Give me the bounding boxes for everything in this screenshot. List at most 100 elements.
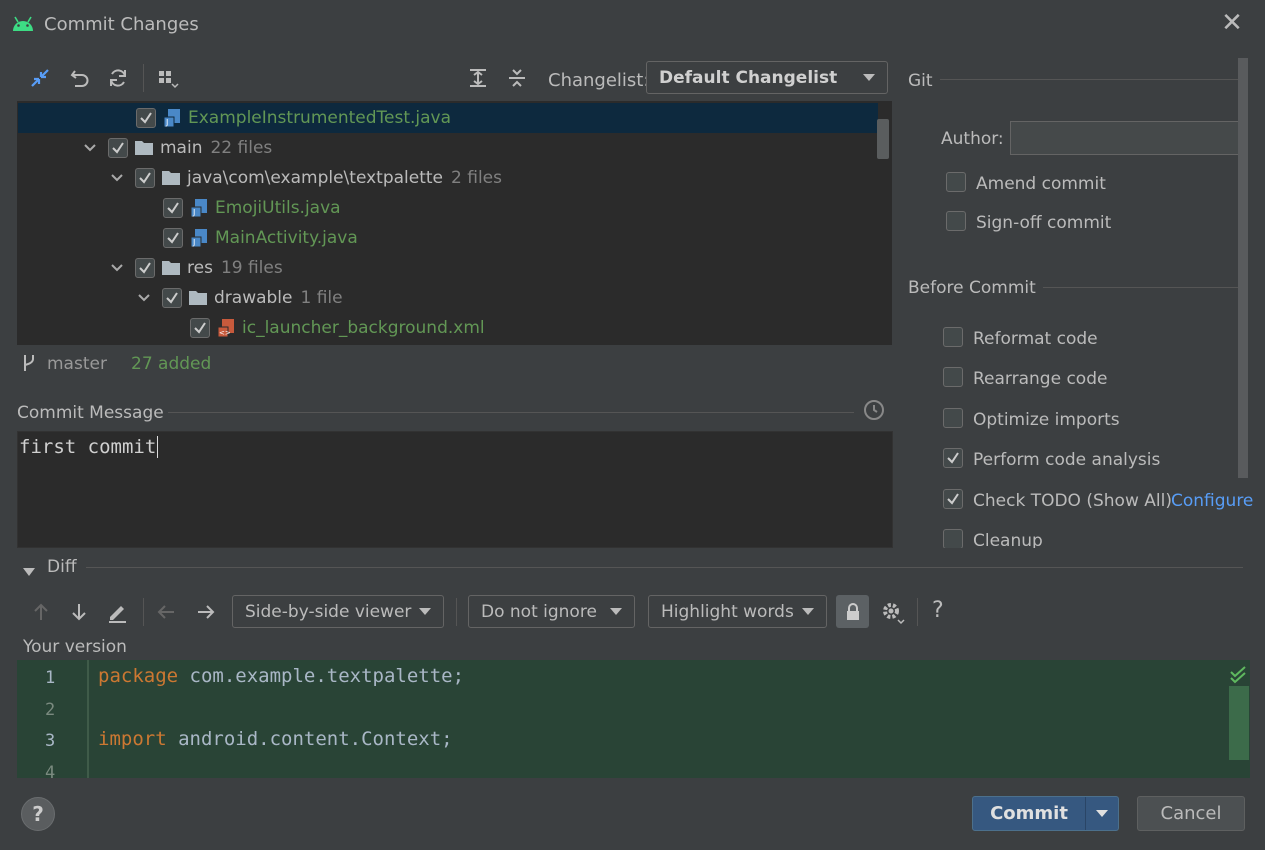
highlight-select[interactable]: Highlight words (648, 595, 827, 628)
branch-name: master (47, 354, 107, 374)
tree-row-file[interactable]: J EmojiUtils.java (18, 193, 878, 223)
commit-button[interactable]: Commit (972, 796, 1119, 831)
before-commit-label: Before Commit (908, 278, 1036, 298)
checkbox-checked[interactable] (135, 168, 155, 188)
chevron-down-icon (610, 608, 622, 615)
code-keyword: import (98, 728, 167, 750)
checkbox-checked[interactable] (163, 198, 183, 218)
history-clock-icon[interactable] (863, 399, 885, 426)
signoff-commit-checkbox[interactable] (946, 211, 966, 231)
commit-message-label: Commit Message (17, 403, 164, 423)
reformat-code-checkbox[interactable] (943, 327, 963, 347)
edit-pencil-icon[interactable] (103, 598, 131, 626)
chevron-down-icon[interactable] (109, 260, 125, 276)
amend-commit-checkbox[interactable] (946, 172, 966, 192)
rollback-icon[interactable] (66, 64, 94, 92)
lock-toggle-button[interactable] (836, 595, 869, 628)
expand-all-icon[interactable] (464, 64, 492, 92)
commit-dropdown-button[interactable] (1086, 797, 1118, 830)
cleanup-checkbox[interactable] (943, 529, 963, 548)
chevron-down-icon[interactable] (82, 140, 98, 156)
amend-commit-label: Amend commit (976, 174, 1106, 194)
toolbar-separator (917, 598, 918, 626)
checkbox-checked[interactable] (162, 288, 182, 308)
checkbox-checked[interactable] (135, 258, 155, 278)
tree-row-file[interactable]: J ExampleInstrumentedTest.java (18, 103, 878, 133)
section-divider (940, 79, 1238, 80)
tree-file-name: EmojiUtils.java (215, 198, 341, 218)
viewer-select[interactable]: Side-by-side viewer (232, 595, 444, 628)
chevron-down-icon (802, 608, 814, 615)
collapse-triangle-icon[interactable] (22, 562, 36, 582)
diff-label[interactable]: Diff (47, 557, 77, 577)
signoff-commit-label: Sign-off commit (976, 213, 1112, 233)
tree-file-name: MainActivity.java (215, 228, 358, 248)
help-question-icon[interactable]: ? (932, 598, 944, 623)
next-change-down-icon[interactable] (65, 598, 93, 626)
java-file-icon: J (162, 108, 182, 128)
tree-scrollbar[interactable] (877, 119, 889, 159)
cancel-button[interactable]: Cancel (1137, 796, 1245, 831)
svg-text:<>: <> (219, 329, 231, 337)
chevron-down-icon (419, 608, 431, 615)
show-diff-icon[interactable] (26, 64, 54, 92)
tree-row-folder[interactable]: res 19 files (18, 253, 878, 283)
cleanup-row-clip: Cleanup (940, 526, 1250, 548)
changelist-label: Changelist: (548, 70, 650, 91)
check-todo-label: Check TODO (Show All) (973, 491, 1172, 511)
tree-file-name: ExampleInstrumentedTest.java (188, 108, 452, 128)
prev-change-up-icon[interactable] (27, 598, 55, 626)
code-text: android.content.Context; (166, 728, 453, 750)
optimize-imports-checkbox[interactable] (943, 408, 963, 428)
tree-row-file[interactable]: J MainActivity.java (18, 223, 878, 253)
tree-folder-name: drawable (214, 288, 293, 308)
help-button[interactable]: ? (21, 797, 55, 831)
line-number: 2 (45, 700, 56, 720)
next-file-right-icon[interactable] (192, 598, 220, 626)
folder-icon (134, 138, 154, 158)
tree-row-folder[interactable]: java\com\example\textpalette 2 files (18, 163, 878, 193)
perform-code-analysis-checkbox[interactable] (943, 448, 963, 468)
tree-row-folder[interactable]: main 22 files (18, 133, 878, 163)
diff-editor[interactable]: 1 2 3 4 package com.example.textpalette;… (17, 660, 1250, 783)
checkbox-checked[interactable] (136, 108, 156, 128)
added-count: 27 added (131, 354, 212, 374)
checkbox-checked[interactable] (190, 318, 210, 338)
chevron-down-icon[interactable] (136, 290, 152, 306)
tree-row-folder[interactable]: drawable 1 file (18, 283, 878, 313)
section-divider (1043, 287, 1248, 288)
group-by-icon[interactable] (154, 64, 182, 92)
changes-tree[interactable]: J ExampleInstrumentedTest.java main 22 f… (17, 101, 892, 345)
checkbox-checked[interactable] (163, 228, 183, 248)
tree-row-file[interactable]: <> ic_launcher_background.xml (18, 313, 878, 343)
checkbox-checked[interactable] (108, 138, 128, 158)
rearrange-code-checkbox[interactable] (943, 367, 963, 387)
code-line: import android.content.Context; (98, 728, 453, 750)
chevron-down-icon[interactable] (109, 170, 125, 186)
options-scrollbar[interactable] (1238, 58, 1248, 478)
author-input[interactable] (1010, 121, 1242, 155)
diff-scrollbar[interactable] (1229, 686, 1249, 760)
perform-code-analysis-label: Perform code analysis (973, 450, 1161, 470)
collapse-all-icon[interactable] (503, 64, 531, 92)
prev-file-left-icon[interactable] (152, 598, 180, 626)
tree-folder-name: main (160, 138, 203, 158)
git-section-label: Git (908, 71, 933, 91)
line-number: 4 (45, 763, 56, 783)
close-icon[interactable]: ✕ (1219, 10, 1245, 36)
ignore-select[interactable]: Do not ignore (468, 595, 635, 628)
changelist-value: Default Changelist (659, 67, 838, 88)
check-todo-checkbox[interactable] (943, 489, 963, 509)
refresh-icon[interactable] (104, 64, 132, 92)
settings-gear-icon[interactable] (878, 598, 906, 626)
changelist-select[interactable]: Default Changelist (646, 61, 888, 94)
commit-button-label[interactable]: Commit (973, 797, 1085, 830)
your-version-label: Your version (23, 637, 127, 657)
tree-file-count: 2 files (451, 168, 502, 188)
tree-file-count: 22 files (210, 138, 273, 158)
folder-icon (161, 258, 181, 278)
configure-link[interactable]: Configure (1171, 491, 1253, 511)
text-caret: ​ (157, 436, 159, 458)
author-label: Author: (941, 129, 1004, 149)
reformat-code-label: Reformat code (973, 329, 1098, 349)
